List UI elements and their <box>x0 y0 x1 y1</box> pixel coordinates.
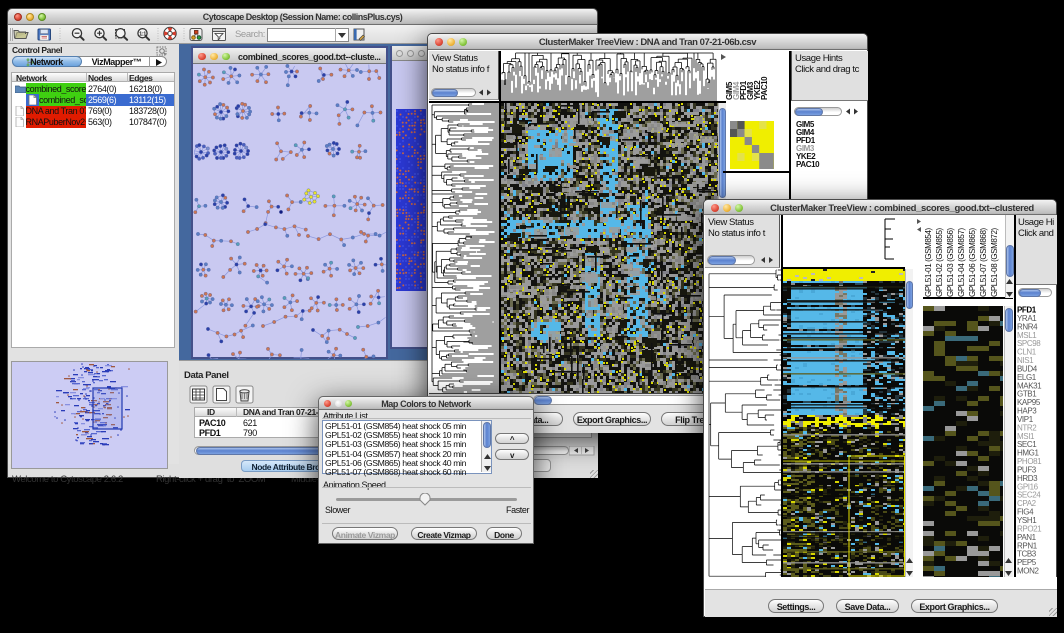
svg-text:MON2: MON2 <box>1017 567 1039 576</box>
svg-text:GPL51-08 (GSM872): GPL51-08 (GSM872) <box>990 227 999 297</box>
svg-text:GPL51-06 (GSM865): GPL51-06 (GSM865) <box>968 227 977 297</box>
svg-text:GPL51-02 (GSM855): GPL51-02 (GSM855) <box>935 227 944 297</box>
svg-text:GPL51-03 (GSM856): GPL51-03 (GSM856) <box>946 227 955 297</box>
svg-text:GPL51-01 (GSM854): GPL51-01 (GSM854) <box>924 227 933 297</box>
svg-text:PAC10: PAC10 <box>760 76 769 100</box>
svg-text:GPL51-07 (GSM868): GPL51-07 (GSM868) <box>979 227 988 297</box>
svg-text:Search:: Search: <box>235 29 265 40</box>
svg-text:GPL51-04 (GSM857): GPL51-04 (GSM857) <box>957 227 966 297</box>
